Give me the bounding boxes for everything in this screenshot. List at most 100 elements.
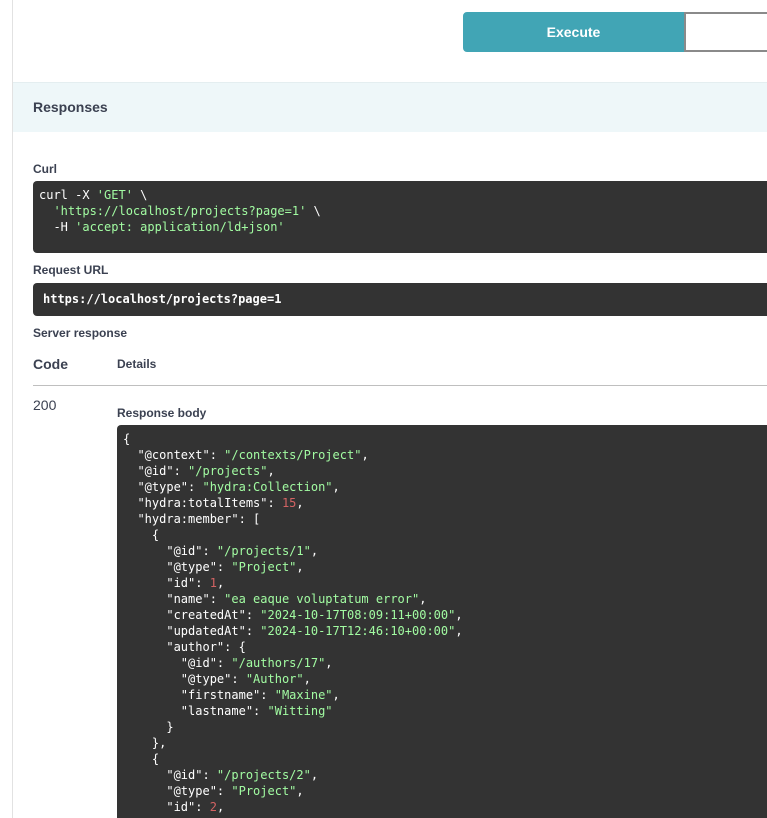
json-line: "@id": "/projects/2", bbox=[123, 767, 761, 783]
json-line-tail: , bbox=[455, 624, 463, 638]
json-line-tail: , bbox=[216, 800, 225, 814]
curl-line-tail: \ bbox=[306, 204, 321, 218]
curl-line-plain: curl -X bbox=[39, 188, 97, 202]
json-line-tail: , bbox=[216, 576, 225, 590]
json-line-plain: "name": bbox=[123, 592, 225, 606]
json-line-plain: { bbox=[123, 432, 131, 446]
json-line-tail: , bbox=[332, 688, 340, 702]
json-line: "name": "ea eaque voluptatum error", bbox=[123, 591, 761, 607]
json-line-plain: "firstname": bbox=[123, 688, 275, 702]
responses-table-header: Code Details bbox=[33, 352, 767, 386]
json-line-tail: , bbox=[419, 592, 427, 606]
swagger-operation-panel: Execute Responses Curl curl -X 'GET' \ '… bbox=[0, 0, 767, 818]
json-line-plain: "@type": bbox=[123, 784, 232, 798]
json-line: "@context": "/contexts/Project", bbox=[123, 447, 761, 463]
status-code: 200 bbox=[33, 397, 57, 413]
json-line-plain: "@id": bbox=[123, 544, 217, 558]
request-url-label: Request URL bbox=[33, 263, 109, 277]
json-line-num: 15 bbox=[281, 496, 297, 510]
curl-code-block[interactable]: curl -X 'GET' \ 'https://localhost/proje… bbox=[33, 181, 767, 253]
json-line-plain: "createdAt": bbox=[123, 608, 261, 622]
json-line-tail: , bbox=[303, 672, 311, 686]
clear-button[interactable] bbox=[684, 12, 767, 52]
json-line-str: "Project" bbox=[231, 560, 297, 574]
json-line-plain: "@type": bbox=[123, 560, 232, 574]
json-line-plain: "hydra:totalItems": bbox=[123, 496, 282, 510]
json-line: "hydra:member": [ bbox=[123, 511, 761, 527]
json-line-plain: "id": bbox=[123, 576, 210, 590]
json-line-tail: , bbox=[296, 496, 304, 510]
json-line-str: "/projects/2" bbox=[216, 768, 311, 782]
details-column-header: Details bbox=[117, 357, 157, 371]
curl-line-tail: \ bbox=[132, 188, 148, 202]
json-line: { bbox=[123, 751, 761, 767]
json-line-plain: { bbox=[123, 528, 160, 542]
json-line: "id": 1, bbox=[123, 575, 761, 591]
code-column-header: Code bbox=[33, 356, 68, 372]
curl-line: 'https://localhost/projects?page=1' \ bbox=[39, 203, 761, 219]
json-line-plain: "id": bbox=[123, 800, 210, 814]
json-line-plain: "@type": bbox=[123, 480, 203, 494]
json-line-tail: , bbox=[310, 544, 319, 558]
json-line: "hydra:totalItems": 15, bbox=[123, 495, 761, 511]
json-line-plain: "@id": bbox=[123, 656, 232, 670]
curl-line-plain: -H bbox=[39, 220, 76, 234]
json-line-plain: } bbox=[123, 720, 174, 734]
json-line: "@id": "/projects", bbox=[123, 463, 761, 479]
responses-title: Responses bbox=[33, 99, 108, 115]
json-line-plain: "lastname": bbox=[123, 704, 268, 718]
curl-line-str: 'accept: application/ld+json' bbox=[75, 220, 285, 234]
json-line-num: 2 bbox=[209, 800, 217, 814]
json-line-num: 1 bbox=[209, 576, 217, 590]
execute-button[interactable]: Execute bbox=[463, 12, 684, 52]
json-line-tail: , bbox=[267, 464, 275, 478]
curl-line: curl -X 'GET' \ bbox=[39, 187, 761, 203]
json-line-str: "Maxine" bbox=[274, 688, 333, 702]
json-line: "firstname": "Maxine", bbox=[123, 687, 761, 703]
json-line-tail: , bbox=[325, 656, 333, 670]
curl-label: Curl bbox=[33, 162, 57, 176]
json-line-str: "Author" bbox=[245, 672, 304, 686]
json-line: "@type": "hydra:Collection", bbox=[123, 479, 761, 495]
json-line-plain: "author": { bbox=[123, 640, 246, 654]
json-line: "author": { bbox=[123, 639, 761, 655]
json-line-plain: "@context": bbox=[123, 448, 225, 462]
response-body-code-block[interactable]: { "@context": "/contexts/Project", "@id"… bbox=[117, 425, 767, 818]
json-line: } bbox=[123, 719, 761, 735]
json-line-tail: , bbox=[332, 480, 340, 494]
json-line-plain: "@id": bbox=[123, 464, 189, 478]
json-line: "@id": "/authors/17", bbox=[123, 655, 761, 671]
json-line-str: "ea eaque voluptatum error" bbox=[224, 592, 420, 606]
json-line-str: "/authors/17" bbox=[231, 656, 326, 670]
json-line-str: "Witting" bbox=[267, 704, 333, 718]
json-line: { bbox=[123, 527, 761, 543]
responses-header: Responses bbox=[13, 82, 767, 132]
curl-line: -H 'accept: application/ld+json' bbox=[39, 219, 761, 235]
json-line: "@type": "Author", bbox=[123, 671, 761, 687]
json-line-plain: { bbox=[123, 752, 160, 766]
json-line-tail: , bbox=[296, 560, 304, 574]
json-line: "@id": "/projects/1", bbox=[123, 543, 761, 559]
json-line-plain: "@type": bbox=[123, 672, 246, 686]
json-line-plain: }, bbox=[123, 736, 167, 750]
response-body-label: Response body bbox=[117, 406, 207, 420]
json-line: "createdAt": "2024-10-17T08:09:11+00:00"… bbox=[123, 607, 761, 623]
json-line-tail: , bbox=[296, 784, 304, 798]
json-line: "@type": "Project", bbox=[123, 783, 761, 799]
json-line-str: "hydra:Collection" bbox=[202, 480, 333, 494]
json-line-str: "/contexts/Project" bbox=[224, 448, 362, 462]
json-line-str: "/projects/1" bbox=[216, 544, 311, 558]
request-url-block[interactable]: https://localhost/projects?page=1 bbox=[33, 283, 767, 316]
json-line: "lastname": "Witting" bbox=[123, 703, 761, 719]
json-line-tail: , bbox=[361, 448, 369, 462]
curl-line-str: 'https://localhost/projects?page=1' bbox=[53, 204, 307, 218]
json-line-str: "2024-10-17T12:46:10+00:00" bbox=[260, 624, 456, 638]
json-line: }, bbox=[123, 735, 761, 751]
execute-button-group: Execute bbox=[463, 12, 767, 52]
json-line-str: "2024-10-17T08:09:11+00:00" bbox=[260, 608, 456, 622]
curl-line-str: 'GET' bbox=[96, 188, 133, 202]
json-line-str: "/projects" bbox=[188, 464, 268, 478]
json-line-str: "Project" bbox=[231, 784, 297, 798]
json-line-tail: , bbox=[455, 608, 463, 622]
json-line: "@type": "Project", bbox=[123, 559, 761, 575]
